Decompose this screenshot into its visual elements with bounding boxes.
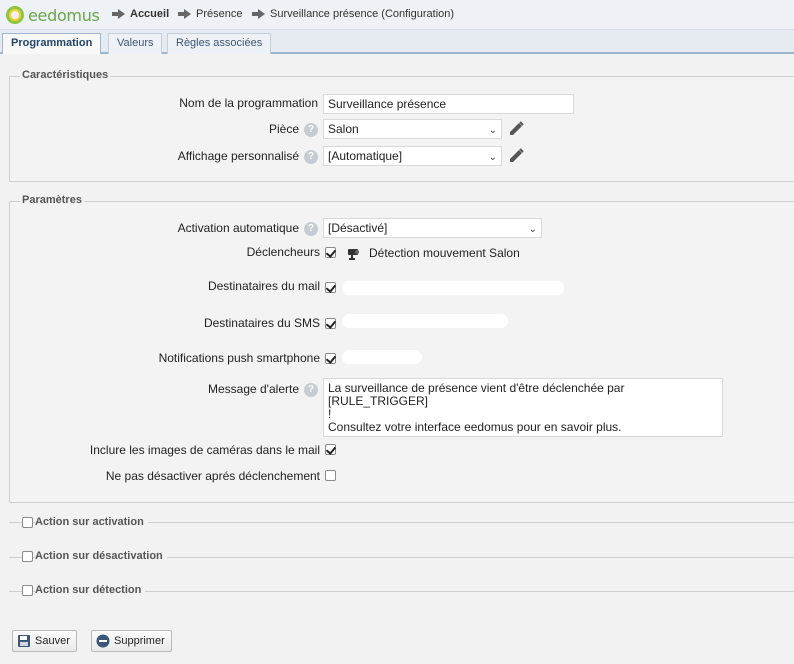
nodisable-checkbox[interactable] — [325, 470, 336, 481]
piece-select[interactable]: Salon ⌄ — [323, 119, 502, 139]
mail-recipients — [342, 281, 564, 295]
push-label: Notifications push smartphone — [158, 351, 320, 365]
help-icon[interactable]: ? — [304, 150, 318, 164]
sms-label: Destinataires du SMS — [203, 316, 320, 330]
arrow-right-icon — [252, 9, 265, 19]
chevron-down-icon: ⌄ — [488, 125, 497, 136]
caracteristiques-legend: Caractéristiques — [20, 69, 111, 81]
parametres-legend: Paramètres — [20, 194, 84, 206]
top-bar: eedomus Accueil Présence Surveillance pr… — [0, 0, 794, 30]
minus-circle-icon — [96, 634, 110, 648]
affichage-select[interactable]: [Automatique] ⌄ — [323, 146, 502, 166]
nom-input[interactable] — [323, 94, 574, 114]
images-checkbox[interactable] — [325, 444, 336, 455]
chevron-down-icon: ⌄ — [528, 224, 537, 235]
declencheurs-checkbox[interactable] — [325, 247, 336, 258]
push-recipients — [342, 350, 422, 364]
chevron-down-icon: ⌄ — [488, 152, 497, 163]
help-icon[interactable]: ? — [304, 222, 318, 236]
tab-programmation[interactable]: Programmation — [2, 33, 102, 54]
sms-checkbox[interactable] — [325, 318, 336, 329]
action-desactivation-checkbox[interactable] — [22, 551, 33, 562]
piece-label: Pièce — [268, 122, 299, 136]
eedomus-logo[interactable]: eedomus — [6, 5, 100, 25]
images-label: Inclure les images de caméras dans le ma… — [89, 443, 320, 457]
edit-pencil-icon[interactable] — [507, 147, 525, 165]
help-icon[interactable]: ? — [304, 383, 318, 397]
activation-select[interactable]: [Désactivé] ⌄ — [323, 218, 542, 238]
nom-label: Nom de la programmation — [179, 96, 318, 110]
declencheur-item: Détection mouvement Salon — [369, 246, 520, 260]
action-detection-label[interactable]: Action sur détection — [35, 584, 146, 596]
logo-icon — [6, 6, 24, 24]
nodisable-label: Ne pas désactiver aprés déclenchement — [105, 469, 320, 483]
help-icon[interactable]: ? — [304, 123, 318, 137]
logo-text: eedomus — [28, 5, 100, 25]
declencheurs-label: Déclencheurs — [246, 245, 320, 259]
breadcrumb-presence[interactable]: Présence — [178, 8, 242, 20]
action-detection-checkbox[interactable] — [22, 585, 33, 596]
action-activation-checkbox[interactable] — [22, 517, 33, 528]
push-checkbox[interactable] — [325, 353, 336, 364]
activation-label: Activation automatique — [177, 221, 299, 235]
tab-valeurs[interactable]: Valeurs — [108, 33, 163, 54]
action-activation-label[interactable]: Action sur activation — [35, 516, 148, 528]
arrow-right-icon — [178, 9, 191, 19]
floppy-disk-icon — [18, 635, 30, 647]
mail-checkbox[interactable] — [325, 282, 336, 293]
message-label: Message d'alerte — [207, 382, 299, 396]
affichage-label: Affichage personnalisé — [177, 149, 299, 163]
camera-icon — [348, 249, 359, 260]
edit-pencil-icon[interactable] — [507, 120, 525, 138]
tab-bar: Programmation Valeurs Règles associées — [0, 30, 794, 54]
breadcrumb-current: Surveillance présence (Configuration) — [252, 8, 454, 20]
message-textarea[interactable]: La surveillance de présence vient d'être… — [323, 378, 723, 437]
action-desactivation-label[interactable]: Action sur désactivation — [35, 550, 167, 562]
save-button[interactable]: Sauver — [12, 630, 77, 652]
mail-label: Destinataires du mail — [207, 279, 320, 293]
sms-recipients — [342, 314, 508, 328]
delete-button[interactable]: Supprimer — [91, 630, 172, 652]
breadcrumb-accueil[interactable]: Accueil — [112, 8, 169, 20]
arrow-right-icon — [112, 9, 125, 19]
tab-regles-associees[interactable]: Règles associées — [167, 33, 272, 54]
